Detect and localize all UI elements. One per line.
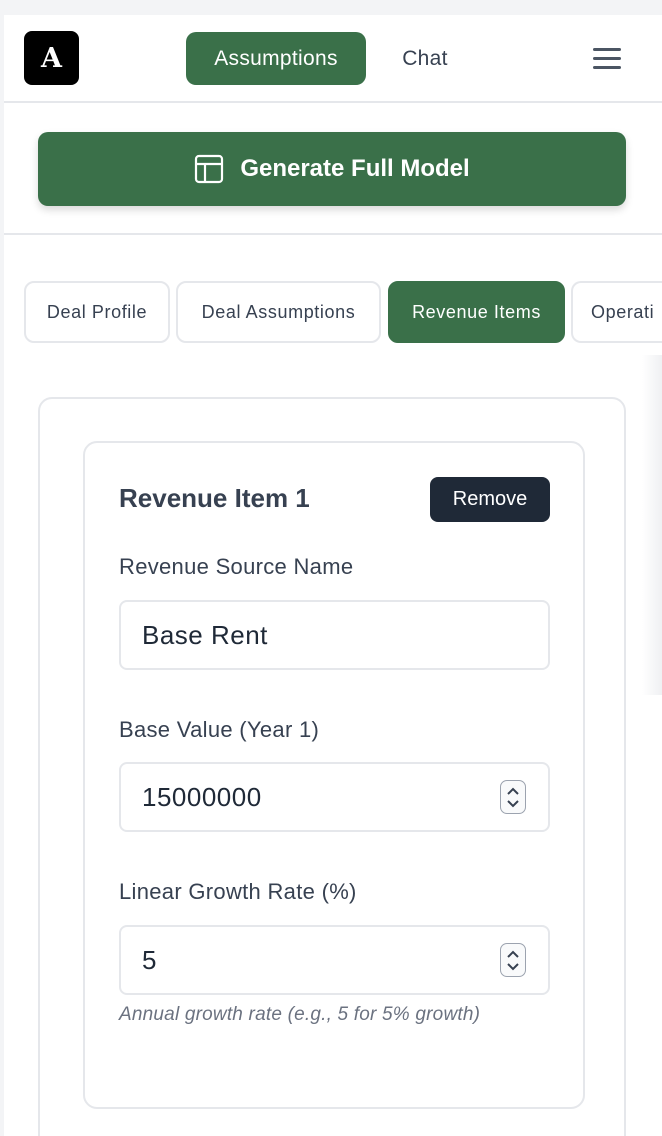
chevron-up-icon[interactable] [505, 786, 521, 796]
revenue-source-name-input[interactable]: Base Rent [119, 600, 550, 670]
generate-full-model-label: Generate Full Model [240, 155, 470, 182]
top-navigation-bar: A Assumptions Chat [4, 15, 662, 103]
revenue-source-name-value: Base Rent [142, 619, 268, 650]
chevron-down-icon[interactable] [505, 799, 521, 809]
base-value-label: Base Value (Year 1) [119, 717, 320, 742]
revenue-item-title: Revenue Item 1 [119, 483, 310, 513]
growth-rate-input[interactable]: 5 [119, 925, 550, 995]
chevron-up-icon[interactable] [505, 949, 521, 959]
tab-revenue-items[interactable]: Revenue Items [388, 281, 565, 343]
tab-chat[interactable]: Chat [379, 32, 471, 85]
growth-rate-hint: Annual growth rate (e.g., 5 for 5% growt… [119, 1004, 481, 1025]
layout-icon [195, 154, 224, 184]
revenue-source-name-label: Revenue Source Name [119, 554, 354, 579]
revenue-items-panel: Revenue Item 1 Remove Revenue Source Nam… [38, 397, 626, 1136]
app-logo[interactable]: A [24, 31, 79, 85]
scroll-edge-shadow [642, 355, 662, 695]
base-value-stepper[interactable] [500, 780, 526, 814]
growth-rate-label: Linear Growth Rate (%) [119, 879, 357, 904]
section-tabs: Deal Profile Deal Assumptions Revenue It… [24, 281, 662, 343]
hamburger-icon[interactable] [593, 48, 623, 70]
growth-rate-value: 5 [142, 944, 157, 975]
growth-rate-stepper[interactable] [500, 943, 526, 977]
tab-deal-profile[interactable]: Deal Profile [24, 281, 170, 343]
generate-full-model-button[interactable]: Generate Full Model [38, 132, 626, 206]
revenue-item-card: Revenue Item 1 Remove Revenue Source Nam… [83, 441, 585, 1109]
app-window: A Assumptions Chat Generate Full Model D… [4, 15, 662, 1136]
tab-deal-assumptions[interactable]: Deal Assumptions [176, 281, 381, 343]
base-value-value: 15000000 [142, 781, 262, 812]
tab-assumptions[interactable]: Assumptions [186, 32, 366, 85]
remove-button[interactable]: Remove [430, 477, 550, 522]
chevron-down-icon[interactable] [505, 962, 521, 972]
base-value-input[interactable]: 15000000 [119, 762, 550, 832]
tab-operating[interactable]: Operati [571, 281, 662, 343]
generate-section: Generate Full Model [4, 105, 662, 235]
